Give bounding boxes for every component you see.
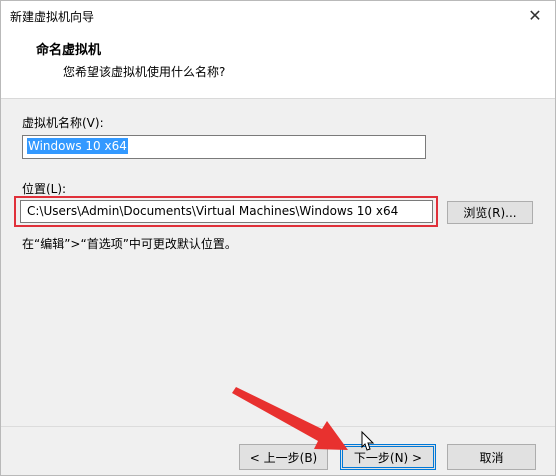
- vm-name-value: Windows 10 x64: [27, 138, 128, 154]
- browse-button[interactable]: 浏览(R)...: [447, 201, 533, 224]
- page-title: 命名虚拟机: [36, 43, 102, 58]
- back-button[interactable]: < 上一步(B): [239, 444, 328, 470]
- next-button-focus-ring: [342, 446, 434, 468]
- close-icon[interactable]: ✕: [521, 3, 549, 27]
- new-vm-wizard-window: 新建虚拟机向导 ✕ 命名虚拟机 您希望该虚拟机使用什么名称? 虚拟机名称(V):…: [0, 0, 556, 476]
- location-highlight-box: [14, 196, 438, 227]
- location-label: 位置(L):: [22, 182, 67, 196]
- location-hint: 在“编辑”>“首选项”中可更改默认位置。: [22, 237, 237, 251]
- next-button[interactable]: 下一步(N) >: [340, 444, 436, 470]
- page-subtitle: 您希望该虚拟机使用什么名称?: [63, 65, 226, 79]
- window-title: 新建虚拟机向导: [10, 10, 95, 24]
- title-bar: 新建虚拟机向导 ✕: [1, 1, 555, 29]
- wizard-footer: < 上一步(B) 下一步(N) > 取消: [1, 426, 555, 475]
- vm-name-label: 虚拟机名称(V):: [22, 116, 104, 130]
- vm-name-input[interactable]: Windows 10 x64: [22, 135, 426, 159]
- cancel-button[interactable]: 取消: [447, 444, 536, 470]
- wizard-header: 命名虚拟机 您希望该虚拟机使用什么名称?: [1, 29, 555, 99]
- wizard-content: 虚拟机名称(V): Windows 10 x64 位置(L): C:\Users…: [1, 100, 555, 426]
